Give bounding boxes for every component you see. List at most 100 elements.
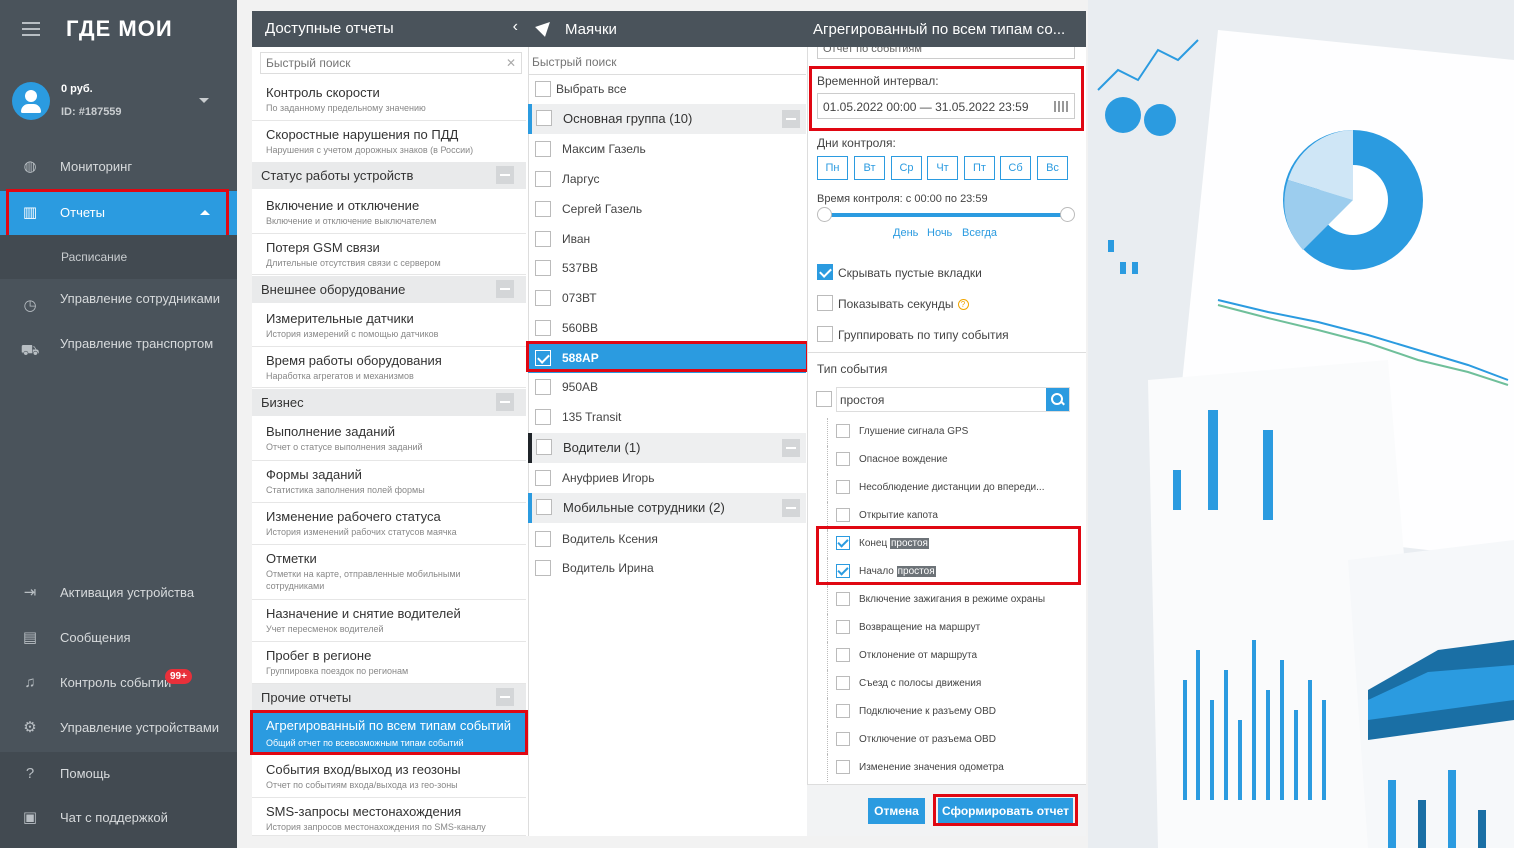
tracker-item[interactable]: 950АВ — [528, 372, 806, 402]
day-sun[interactable]: Вс — [1037, 156, 1068, 180]
help-icon[interactable]: ? — [957, 299, 969, 310]
close-icon[interactable]: ✕ — [506, 56, 516, 70]
report-item[interactable]: Выполнение заданий Отчет о статусе выполн… — [252, 419, 526, 461]
checkbox[interactable] — [836, 648, 850, 662]
collapse-icon[interactable] — [496, 688, 514, 706]
time-slider[interactable] — [824, 213, 1068, 217]
tracker-item[interactable]: Ларгус — [528, 164, 806, 194]
cancel-button[interactable]: Отмена — [868, 798, 925, 824]
report-item[interactable]: События вход/выход из геозоны Отчет по со… — [252, 757, 526, 798]
report-item[interactable]: Контроль скорости По заданному предельном… — [252, 80, 526, 121]
checkbox[interactable] — [536, 439, 552, 455]
collapse-icon[interactable] — [782, 110, 800, 128]
tracker-group[interactable]: Основная группа (10) — [528, 104, 806, 134]
chevron-down-icon[interactable] — [199, 98, 209, 103]
checkbox[interactable] — [836, 536, 850, 550]
day-thu[interactable]: Чт — [927, 156, 958, 180]
nav-messages[interactable]: ▤ Сообщения — [0, 616, 237, 660]
checkbox[interactable] — [535, 290, 551, 306]
checkbox[interactable] — [535, 379, 551, 395]
account-block[interactable]: 0 руб. ID: #187559 — [0, 70, 237, 134]
tracker-item[interactable]: Максим Газель — [528, 134, 806, 164]
calendar-icon[interactable] — [1054, 101, 1068, 112]
report-category[interactable]: Статус работы устройств — [252, 162, 526, 189]
tracker-group[interactable]: Водители (1) — [528, 433, 806, 463]
tracker-item-selected[interactable]: 588АР — [528, 343, 806, 373]
checkbox[interactable] — [836, 508, 850, 522]
event-item[interactable]: Начало простоя — [827, 558, 1077, 586]
day-sat[interactable]: Сб — [1000, 156, 1031, 180]
report-item[interactable]: Скоростные нарушения по ПДД Нарушения с у… — [252, 122, 526, 163]
tracker-item[interactable]: Ануфриев Игорь — [528, 463, 806, 493]
nav-support-chat[interactable]: ▣ Чат с поддержкой — [0, 796, 237, 840]
report-category[interactable]: Внешнее оборудование — [252, 276, 526, 303]
checkbox[interactable] — [836, 564, 850, 578]
nav-help[interactable]: ? Помощь — [0, 752, 237, 796]
report-item[interactable]: Включение и отключение Включение и отключ… — [252, 193, 526, 234]
nav-monitoring[interactable]: ◍ Мониторинг — [0, 145, 237, 189]
tracker-item[interactable]: Водитель Ксения — [528, 524, 806, 554]
checkbox[interactable] — [535, 81, 551, 97]
day-wed[interactable]: Ср — [891, 156, 922, 180]
tracker-item[interactable]: Сергей Газель — [528, 194, 806, 224]
checkbox[interactable] — [817, 295, 833, 311]
event-select-all-checkbox[interactable] — [816, 391, 832, 407]
tracker-group[interactable]: Мобильные сотрудники (2) — [528, 493, 806, 523]
checkbox[interactable] — [817, 326, 833, 342]
checkbox[interactable] — [836, 620, 850, 634]
generate-report-button[interactable]: Сформировать отчет — [938, 798, 1073, 824]
report-item[interactable]: Изменение рабочего статуса История измене… — [252, 504, 526, 545]
collapse-icon[interactable] — [782, 499, 800, 517]
event-item[interactable]: Отключение от разъема OBD — [827, 726, 1077, 754]
collapse-icon[interactable] — [496, 393, 514, 411]
checkbox[interactable] — [836, 676, 850, 690]
checkbox[interactable] — [836, 732, 850, 746]
event-item[interactable]: Подключение к разъему OBD — [827, 698, 1077, 726]
checkbox[interactable] — [535, 141, 551, 157]
collapse-icon[interactable] — [782, 439, 800, 457]
event-item[interactable]: Изменение значения одометра — [827, 754, 1077, 782]
nav-employees[interactable]: ◷ Управление сотрудниками — [0, 284, 237, 328]
checkbox[interactable] — [536, 110, 552, 126]
report-category[interactable]: Бизнес — [252, 389, 526, 416]
event-item[interactable]: Отклонение от маршрута — [827, 642, 1077, 670]
select-all-row[interactable]: Выбрать все — [528, 74, 806, 104]
reports-search-input[interactable] — [261, 53, 491, 73]
report-category[interactable]: Прочие отчеты — [252, 684, 526, 711]
nav-transport[interactable]: ⛟ Управление транспортом — [0, 329, 237, 373]
collapse-icon[interactable] — [496, 166, 514, 184]
report-item[interactable]: Потеря GSM связи Длительные отсутствия св… — [252, 235, 526, 275]
report-item[interactable]: Формы заданий Статистика заполнения полей… — [252, 462, 526, 503]
interval-field[interactable]: 01.05.2022 00:00 — 31.05.2022 23:59 — [817, 93, 1075, 119]
checkbox[interactable] — [535, 560, 551, 576]
slider-start-handle[interactable] — [817, 207, 832, 222]
event-item[interactable]: Глушение сигнала GPS — [827, 418, 1077, 446]
event-item[interactable]: Включение зажигания в режиме охраны — [827, 586, 1077, 614]
event-item[interactable]: Опасное вождение — [827, 446, 1077, 474]
checkbox[interactable] — [535, 409, 551, 425]
event-item[interactable]: Несоблюдение дистанции до впереди... — [827, 474, 1077, 502]
report-item[interactable]: Измерительные датчики История измерений с… — [252, 306, 526, 347]
checkbox[interactable] — [535, 171, 551, 187]
event-item[interactable]: Открытие капота — [827, 502, 1077, 530]
tracker-item[interactable]: 560ВВ — [528, 313, 806, 343]
nav-event-control[interactable]: ♫ Контроль событий — [0, 661, 237, 705]
nav-schedule[interactable]: Расписание — [0, 235, 237, 279]
tracker-item[interactable]: 537ВВ — [528, 253, 806, 283]
tracker-item[interactable]: Водитель Ирина — [528, 553, 806, 583]
checkbox[interactable] — [836, 452, 850, 466]
checkbox[interactable] — [836, 760, 850, 774]
link-night[interactable]: Ночь — [927, 227, 952, 239]
report-item[interactable]: Время работы оборудования Наработка агрег… — [252, 348, 526, 388]
checkbox[interactable] — [535, 320, 551, 336]
checkbox[interactable] — [836, 480, 850, 494]
checkbox[interactable] — [535, 350, 551, 366]
nav-devices[interactable]: ⚙ Управление устройствами — [0, 706, 237, 750]
link-always[interactable]: Всегда — [962, 227, 997, 239]
checkbox[interactable] — [836, 424, 850, 438]
event-item[interactable]: Съезд с полосы движения — [827, 670, 1077, 698]
slider-end-handle[interactable] — [1060, 207, 1075, 222]
collapse-icon[interactable] — [496, 280, 514, 298]
trackers-search-input[interactable] — [528, 52, 798, 72]
link-day[interactable]: День — [893, 227, 918, 239]
